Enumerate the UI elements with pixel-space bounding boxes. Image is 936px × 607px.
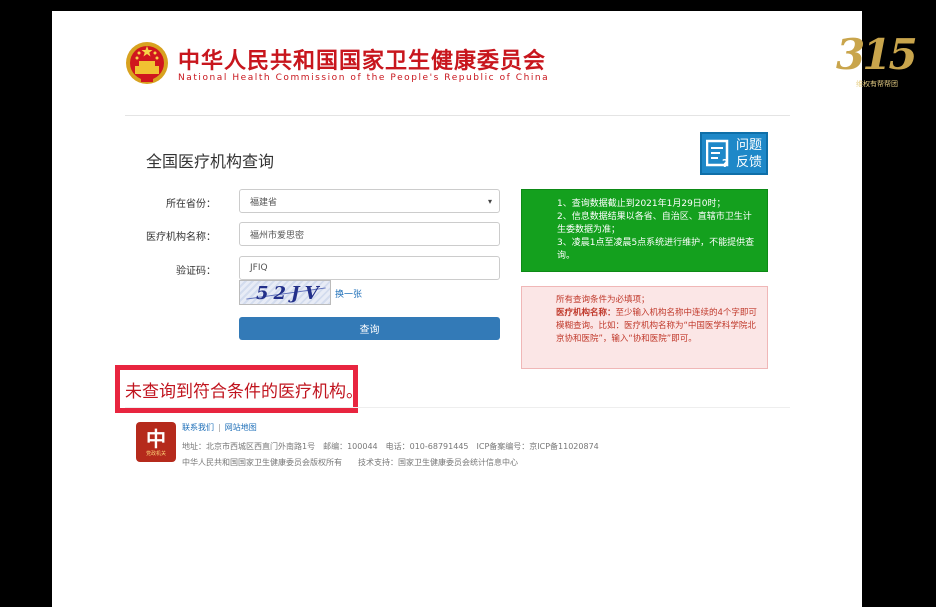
footer-link-separator: |	[218, 423, 221, 432]
data-notice-line3: 3、凌晨1点至凌晨5点系统进行维护，不能提供查询。	[557, 238, 755, 261]
svg-text:?: ?	[722, 157, 728, 169]
page-container: 中华人民共和国国家卫生健康委员会 National Health Commiss…	[52, 11, 862, 607]
search-tips-line1: 所有查询条件为必填项；	[556, 295, 650, 305]
feedback-button[interactable]: ? 问题 反馈	[700, 132, 768, 175]
captcha-label: 验证码：	[176, 266, 216, 277]
province-select[interactable]: 福建省 ▾	[239, 189, 500, 213]
data-notice-line2: 2、信息数据结果以各省、自治区、直辖市卫生计生委数据为准；	[557, 212, 752, 235]
watermark-caption: 维权有帮帮团	[856, 80, 898, 88]
search-tips-bold: 医疗机构名称：	[556, 308, 616, 318]
search-button[interactable]: 查询	[239, 317, 500, 340]
sitemap-link[interactable]: 网站地图	[225, 423, 257, 432]
footer-divider	[125, 407, 790, 408]
chevron-down-icon: ▾	[487, 197, 492, 206]
party-government-logo-caption: 党政机关	[145, 450, 166, 457]
no-result-message-box: 未查询到符合条件的医疗机构。	[115, 365, 363, 413]
institution-name-label: 医疗机构名称：	[146, 232, 216, 243]
watermark-number: 315	[836, 30, 918, 79]
contact-us-link[interactable]: 联系我们	[182, 423, 214, 432]
feedback-label-line2: 反馈	[736, 154, 763, 170]
province-value: 福建省	[250, 197, 278, 208]
data-notice-box: 1、查询数据截止到2021年1月29日0时； 2、信息数据结果以各省、自治区、直…	[521, 189, 768, 272]
captcha-image-text: 52JV	[256, 283, 324, 304]
party-government-logo-glyph: 中	[146, 426, 166, 451]
captcha-image[interactable]: 52JV	[239, 280, 331, 305]
province-label: 所在省份：	[166, 199, 216, 210]
header-divider	[125, 115, 790, 116]
site-title: 中华人民共和国国家卫生健康委员会	[178, 49, 547, 74]
search-tips-line2: 医疗机构名称：至少输入机构名称中连续的4个字即可模糊查询。比如：医疗机构名称为“…	[556, 307, 757, 346]
captcha-input-value: JFIQ	[250, 263, 268, 273]
search-tips-box: 所有查询条件为必填项； 医疗机构名称：至少输入机构名称中连续的4个字即可模糊查询…	[521, 286, 768, 369]
site-subtitle: National Health Commission of the People…	[178, 73, 550, 83]
page-title: 全国医疗机构查询	[146, 152, 275, 171]
footer-address: 地址：北京市西城区西直门外南路1号 邮编：100044 电话：010-68791…	[182, 442, 599, 451]
party-government-logo[interactable]: 中 党政机关	[136, 422, 176, 462]
captcha-input[interactable]: JFIQ	[239, 256, 500, 280]
footer-copyright: 中华人民共和国国家卫生健康委员会版权所有 技术支持：国家卫生健康委员会统计信息中…	[182, 458, 518, 467]
footer-links: 联系我们 | 网站地图	[182, 422, 257, 433]
watermark-badge: 315 维权有帮帮团	[836, 30, 918, 90]
feedback-label: 问题 反馈	[736, 137, 762, 171]
feedback-icon: ?	[706, 139, 728, 169]
feedback-label-line1: 问题	[736, 137, 763, 153]
data-notice-line1: 1、查询数据截止到2021年1月29日0时；	[557, 199, 726, 209]
refresh-captcha-link[interactable]: 换一张	[335, 287, 362, 300]
no-result-message: 未查询到符合条件的医疗机构。	[125, 381, 363, 402]
institution-name-value: 福州市爱思密	[250, 230, 305, 241]
national-emblem-icon	[126, 42, 168, 84]
institution-name-input[interactable]: 福州市爱思密	[239, 222, 500, 246]
